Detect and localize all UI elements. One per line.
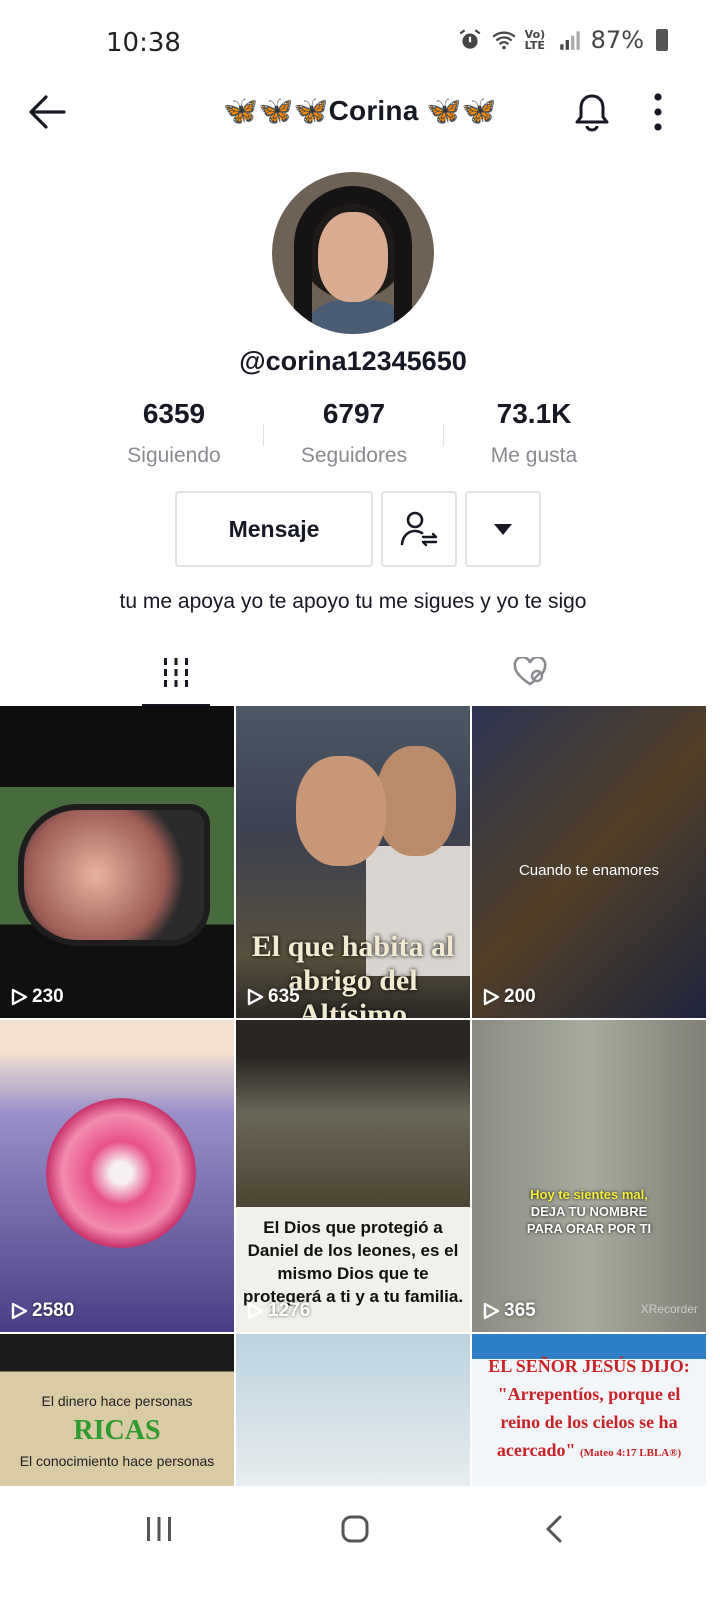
watermark: XRecorder: [640, 1302, 698, 1316]
play-icon: [11, 988, 28, 1006]
caption-line: DEJA TU NOMBRE: [530, 1204, 648, 1219]
video-thumbnail[interactable]: 230: [0, 706, 234, 1018]
view-count: 230: [10, 986, 64, 1008]
tab-liked[interactable]: [496, 640, 564, 704]
top-bar: 🦋🦋🦋Corina 🦋🦋: [0, 80, 720, 144]
alarm-icon: [459, 29, 481, 49]
play-icon: [247, 988, 264, 1006]
view-count: 635: [246, 986, 300, 1008]
view-count: 1276: [246, 1300, 310, 1322]
view-count: 200: [482, 986, 536, 1008]
bio: tu me apoya yo te apoyo tu me sigues y y…: [119, 590, 587, 613]
video-thumbnail[interactable]: Cuando te enamores 200: [472, 706, 706, 1018]
video-caption: Cuando te enamores: [518, 862, 660, 879]
play-icon: [483, 1302, 500, 1320]
battery-icon: [656, 29, 668, 51]
stat-followers[interactable]: 6797 Seguidores: [264, 398, 444, 478]
caret-down-icon: [494, 524, 512, 535]
video-thumbnail[interactable]: El que habita al abrigo del Altísimo 635: [236, 706, 470, 1018]
status-icons: Vo) LTE 87%: [457, 26, 668, 54]
recents-icon[interactable]: [144, 1514, 174, 1544]
home-icon[interactable]: [340, 1514, 370, 1544]
username: @corina12345650: [239, 346, 467, 376]
caption-line: El dinero hace personas: [41, 1393, 193, 1409]
play-icon: [483, 988, 500, 1006]
message-button[interactable]: Mensaje: [175, 491, 373, 567]
stat-following[interactable]: 6359 Siguiendo: [84, 398, 264, 478]
video-caption: Hoy te sientes mal, DEJA TU NOMBRE PARA …: [472, 1186, 706, 1237]
video-caption: El dinero hace personas RICAS El conocim…: [0, 1386, 234, 1476]
grid-icon: [164, 658, 188, 687]
video-caption: El Dios que protegió a Daniel de los leo…: [242, 1218, 464, 1306]
caption-line: El conocimiento hace personas: [19, 1453, 215, 1469]
content-tabs: [0, 640, 706, 707]
status-time: 10:38: [106, 28, 181, 58]
caption-line: RICAS: [73, 1415, 161, 1446]
profile-title: 🦋🦋🦋Corina 🦋🦋: [223, 95, 497, 126]
view-count: 2580: [10, 1300, 74, 1322]
caption-line: PARA ORAR POR TI: [526, 1221, 652, 1236]
play-icon: [247, 1302, 264, 1320]
video-thumbnail[interactable]: El dinero hace personas RICAS El conocim…: [0, 1334, 234, 1486]
video-thumbnail[interactable]: El Dios que protegió a Daniel de los leo…: [236, 1020, 470, 1332]
signal-icon: [559, 31, 580, 50]
friends-button[interactable]: [381, 491, 457, 567]
caption-line: acercado" (Mateo 4:17 LBLA®): [496, 1440, 682, 1460]
battery-percent: 87%: [590, 26, 644, 54]
status-bar: 10:38 Vo) LTE 87%: [0, 0, 720, 80]
video-thumbnail[interactable]: 2580: [0, 1020, 234, 1332]
nav-back-icon[interactable]: [540, 1514, 570, 1544]
liked-heart-icon: [513, 657, 547, 686]
avatar[interactable]: [272, 172, 434, 334]
caption-line: "Arrepentíos, porque el: [497, 1384, 681, 1404]
video-caption: EL SEÑOR JESÚS DIJO: "Arrepentíos, porqu…: [472, 1352, 706, 1467]
stat-label: Me gusta: [490, 444, 578, 467]
stat-label: Siguiendo: [127, 444, 221, 467]
more-options-icon[interactable]: [650, 92, 666, 132]
network-label: Vo) LTE: [524, 28, 546, 52]
tab-videos[interactable]: [142, 640, 210, 707]
video-grid: 230 El que habita al abrigo del Altísimo…: [0, 706, 706, 1486]
video-thumbnail[interactable]: EL SEÑOR JESÚS DIJO: "Arrepentíos, porqu…: [472, 1334, 706, 1486]
caption-line: Hoy te sientes mal,: [530, 1187, 648, 1202]
view-count: 365: [482, 1300, 536, 1322]
video-thumbnail[interactable]: Hoy te sientes mal, DEJA TU NOMBRE PARA …: [472, 1020, 706, 1332]
stat-label: Seguidores: [300, 444, 408, 467]
video-thumbnail[interactable]: [236, 1334, 470, 1486]
stat-value: 73.1K: [496, 398, 572, 429]
stat-value: 6359: [142, 398, 206, 429]
caption-line: reino de los cielos se ha: [500, 1412, 678, 1432]
play-icon: [11, 1302, 28, 1320]
bell-icon[interactable]: [574, 92, 610, 132]
action-buttons: Mensaje: [175, 491, 541, 567]
system-nav-bar: [0, 1486, 720, 1600]
caption-line: EL SEÑOR JESÚS DIJO:: [488, 1356, 690, 1376]
stat-likes[interactable]: 73.1K Me gusta: [444, 398, 624, 478]
dropdown-button[interactable]: [465, 491, 541, 567]
wifi-icon: [492, 31, 516, 50]
profile-stats: 6359 Siguiendo 6797 Seguidores 73.1K Me …: [84, 398, 624, 478]
stat-value: 6797: [322, 398, 386, 429]
user-swap-icon: [400, 511, 438, 547]
